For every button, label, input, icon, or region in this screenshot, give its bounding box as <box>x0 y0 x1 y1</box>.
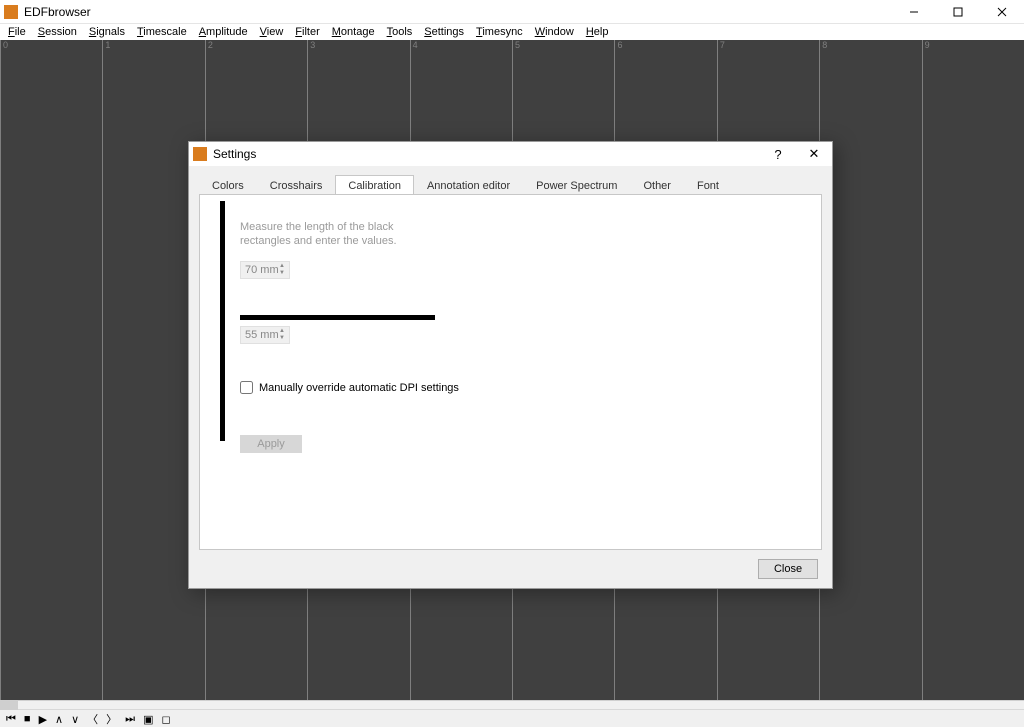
tick-label: 1 <box>105 40 110 50</box>
close-button[interactable]: Close <box>758 559 818 579</box>
tick-label: 0 <box>3 40 8 50</box>
menu-window[interactable]: Window <box>529 26 580 38</box>
tick-label: 8 <box>822 40 827 50</box>
menu-session[interactable]: Session <box>32 26 83 38</box>
window-controls <box>892 0 1024 24</box>
tab-crosshairs[interactable]: Crosshairs <box>257 175 336 195</box>
transport-controls: ⏮ ■ ▶ ∧ ∨ 〈 〉 ⏭ ▣ ◻ <box>0 710 1024 728</box>
menu-amplitude[interactable]: Amplitude <box>193 26 254 38</box>
menu-settings[interactable]: Settings <box>418 26 470 38</box>
dialog-close-x-button[interactable]: ✕ <box>796 142 832 166</box>
main-titlebar: EDFbrowser <box>0 0 1024 24</box>
skip-start-icon[interactable]: ⏮ <box>6 713 16 726</box>
time-scrollbar-thumb[interactable] <box>0 701 18 710</box>
menu-montage[interactable]: Montage <box>326 26 381 38</box>
tab-annotation-editor[interactable]: Annotation editor <box>414 175 523 195</box>
spinner-arrows-icon[interactable]: ▲▼ <box>276 327 288 343</box>
app-title: EDFbrowser <box>24 5 91 19</box>
override-dpi-row[interactable]: Manually override automatic DPI settings <box>240 381 459 394</box>
tick-label: 5 <box>515 40 520 50</box>
menu-file[interactable]: File <box>2 26 32 38</box>
time-ruler: 0 1 2 3 4 5 6 7 8 9 <box>0 40 1024 52</box>
menu-signals[interactable]: Signals <box>83 26 131 38</box>
menu-filter[interactable]: Filter <box>289 26 325 38</box>
tab-calibration[interactable]: Calibration <box>335 175 414 195</box>
dialog-footer: Close <box>189 550 832 588</box>
tab-other[interactable]: Other <box>630 175 684 195</box>
app-icon <box>4 5 18 19</box>
dialog-title: Settings <box>213 147 256 161</box>
tick-label: 3 <box>310 40 315 50</box>
settings-tabbar: Colors Crosshairs Calibration Annotation… <box>199 172 822 194</box>
dialog-titlebar: Settings ? ✕ <box>189 142 832 166</box>
tab-colors[interactable]: Colors <box>199 175 257 195</box>
prev-icon[interactable]: 〈 <box>87 711 98 727</box>
menubar: File Session Signals Timescale Amplitude… <box>0 24 1024 40</box>
down-icon[interactable]: ∨ <box>71 713 79 726</box>
calibration-pane: Measure the length of the black rectangl… <box>199 194 822 550</box>
time-scrollbar[interactable] <box>0 701 1024 710</box>
skip-end-icon[interactable]: ⏭ <box>125 713 135 726</box>
close-window-button[interactable] <box>980 0 1024 24</box>
tick-label: 6 <box>617 40 622 50</box>
horizontal-length-spinner[interactable]: 55 mm ▲▼ <box>240 326 290 344</box>
menu-help[interactable]: Help <box>580 26 615 38</box>
tab-power-spectrum[interactable]: Power Spectrum <box>523 175 630 195</box>
settings-dialog: Settings ? ✕ Colors Crosshairs Calibrati… <box>188 141 833 589</box>
next-icon[interactable]: 〉 <box>106 711 117 727</box>
vertical-length-value: 70 mm <box>245 264 279 276</box>
play-icon[interactable]: ▶ <box>39 713 47 726</box>
dialog-icon <box>193 147 207 161</box>
tick-label: 7 <box>720 40 725 50</box>
horizontal-length-value: 55 mm <box>245 329 279 341</box>
spinner-arrows-icon[interactable]: ▲▼ <box>276 262 288 278</box>
maximize-button[interactable] <box>936 0 980 24</box>
override-dpi-label: Manually override automatic DPI settings <box>259 382 459 394</box>
signal-viewer[interactable]: 0 1 2 3 4 5 6 7 8 9 Settings ? ✕ Colors … <box>0 40 1024 700</box>
mode-a-icon[interactable]: ▣ <box>143 713 153 726</box>
vertical-calibration-bar <box>220 201 225 441</box>
tick-label: 4 <box>413 40 418 50</box>
stop-icon[interactable]: ■ <box>24 713 31 725</box>
dialog-help-button[interactable]: ? <box>760 142 796 166</box>
statusbar: ⏮ ■ ▶ ∧ ∨ 〈 〉 ⏭ ▣ ◻ <box>0 700 1024 727</box>
tick-label: 2 <box>208 40 213 50</box>
horizontal-calibration-bar <box>240 315 435 320</box>
menu-timescale[interactable]: Timescale <box>131 26 193 38</box>
up-icon[interactable]: ∧ <box>55 713 63 726</box>
tab-font[interactable]: Font <box>684 175 732 195</box>
apply-button[interactable]: Apply <box>240 435 302 453</box>
menu-view[interactable]: View <box>254 26 290 38</box>
tick-label: 9 <box>925 40 930 50</box>
menu-tools[interactable]: Tools <box>381 26 419 38</box>
calibration-instructions: Measure the length of the black rectangl… <box>240 221 410 249</box>
minimize-button[interactable] <box>892 0 936 24</box>
override-dpi-checkbox[interactable] <box>240 381 253 394</box>
vertical-length-spinner[interactable]: 70 mm ▲▼ <box>240 261 290 279</box>
menu-timesync[interactable]: Timesync <box>470 26 529 38</box>
mode-b-icon[interactable]: ◻ <box>161 713 170 726</box>
